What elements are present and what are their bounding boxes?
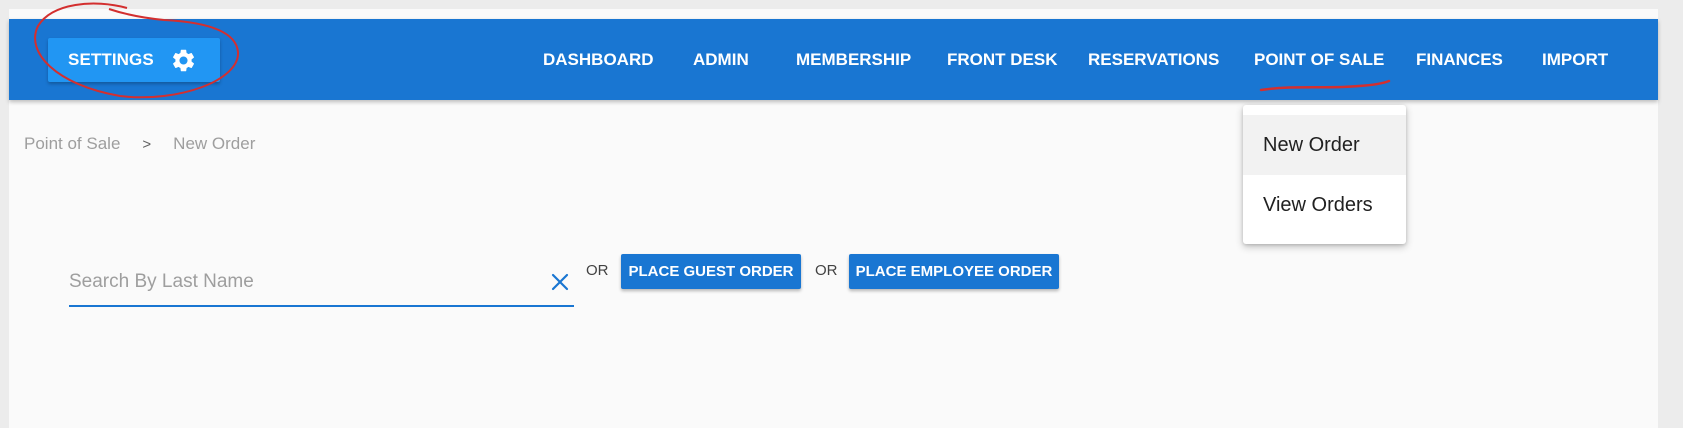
breadcrumb-new-order: New Order	[173, 134, 256, 153]
dropdown-item-view-orders[interactable]: View Orders	[1243, 175, 1406, 235]
point-of-sale-dropdown: New Order View Orders	[1243, 105, 1406, 244]
breadcrumb-separator: >	[142, 135, 152, 153]
top-navbar: SETTINGS DASHBOARD ADMIN MEMBERSHIP FRON…	[9, 19, 1658, 100]
nav-item-reservations[interactable]: RESERVATIONS	[1088, 19, 1219, 100]
nav-item-admin[interactable]: ADMIN	[693, 19, 749, 100]
breadcrumb: Point of Sale > New Order	[24, 134, 255, 154]
dropdown-item-new-order[interactable]: New Order	[1243, 115, 1406, 175]
search-input[interactable]	[69, 267, 529, 297]
place-employee-order-button[interactable]: PLACE EMPLOYEE ORDER	[849, 254, 1059, 289]
place-guest-order-button[interactable]: PLACE GUEST ORDER	[621, 254, 801, 289]
nav-item-point-of-sale[interactable]: POINT OF SALE	[1254, 19, 1384, 100]
nav-item-membership[interactable]: MEMBERSHIP	[796, 19, 911, 100]
app-window: SETTINGS DASHBOARD ADMIN MEMBERSHIP FRON…	[9, 2, 1658, 428]
close-icon[interactable]	[548, 270, 572, 294]
nav-item-dashboard[interactable]: DASHBOARD	[543, 19, 654, 100]
nav-item-import[interactable]: IMPORT	[1542, 19, 1608, 100]
breadcrumb-point-of-sale[interactable]: Point of Sale	[24, 134, 120, 154]
main-nav: DASHBOARD ADMIN MEMBERSHIP FRONT DESK RE…	[9, 19, 1658, 100]
nav-item-front-desk[interactable]: FRONT DESK	[947, 19, 1058, 100]
or-separator: OR	[815, 262, 838, 279]
search-field	[69, 261, 574, 307]
or-separator: OR	[586, 262, 609, 279]
nav-item-finances[interactable]: FINANCES	[1416, 19, 1503, 100]
